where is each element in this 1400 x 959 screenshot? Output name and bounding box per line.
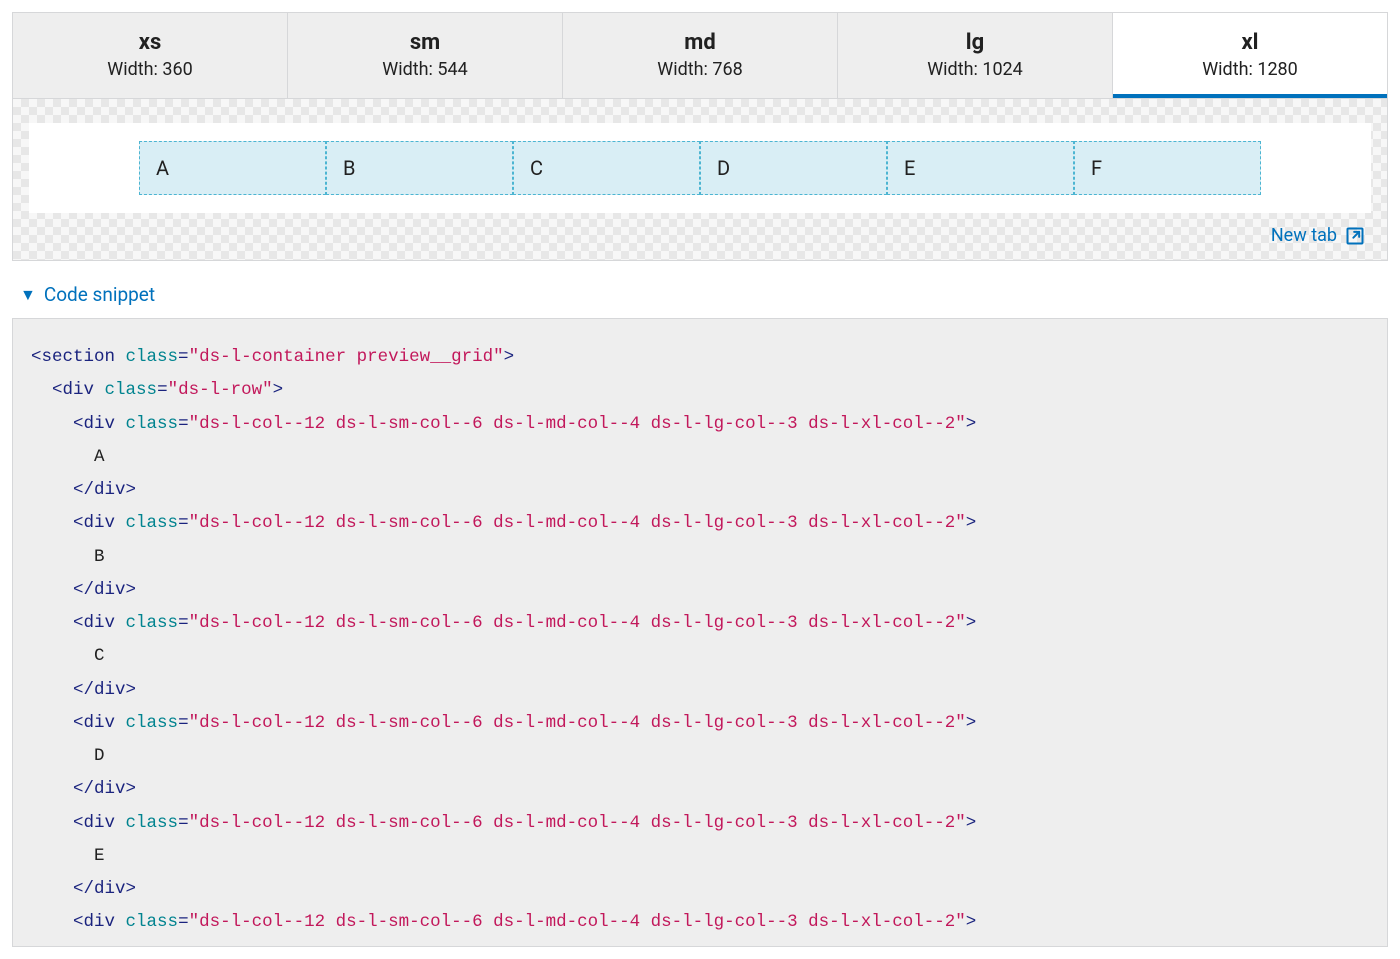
code-snippet-block: <section class="ds-l-container preview__… — [12, 318, 1388, 947]
grid-row: A B C D E F — [139, 141, 1261, 195]
tab-xs-sub: Width: 360 — [21, 59, 279, 80]
grid-col-c: C — [513, 141, 700, 195]
tab-md-sub: Width: 768 — [571, 59, 829, 80]
disclosure-triangle-icon: ▼ — [20, 285, 36, 305]
code-snippet-toggle-label: Code snippet — [44, 283, 155, 306]
tab-lg-sub: Width: 1024 — [846, 59, 1104, 80]
tab-sm-sub: Width: 544 — [296, 59, 554, 80]
tab-xs-label: xs — [21, 31, 279, 55]
tab-xl[interactable]: xl Width: 1280 — [1113, 13, 1387, 98]
tab-md-label: md — [571, 31, 829, 55]
tab-sm-label: sm — [296, 31, 554, 55]
preview-stage: A B C D E F — [29, 123, 1371, 213]
grid-col-e: E — [887, 141, 1074, 195]
open-new-tab-label: New tab — [1271, 225, 1337, 246]
open-new-tab-link[interactable]: New tab — [1271, 225, 1365, 246]
grid-col-b: B — [326, 141, 513, 195]
code-snippet-toggle[interactable]: ▼ Code snippet — [20, 283, 155, 306]
tab-sm[interactable]: sm Width: 544 — [288, 13, 563, 98]
preview-panel: A B C D E F New tab — [12, 99, 1388, 261]
tab-xl-sub: Width: 1280 — [1121, 59, 1379, 80]
tab-md[interactable]: md Width: 768 — [563, 13, 838, 98]
tab-xl-label: xl — [1121, 31, 1379, 55]
tab-lg[interactable]: lg Width: 1024 — [838, 13, 1113, 98]
tab-lg-label: lg — [846, 31, 1104, 55]
breakpoint-tabs: xs Width: 360 sm Width: 544 md Width: 76… — [12, 12, 1388, 99]
external-link-icon — [1345, 226, 1365, 246]
grid-col-d: D — [700, 141, 887, 195]
grid-col-a: A — [139, 141, 326, 195]
tab-xs[interactable]: xs Width: 360 — [13, 13, 288, 98]
grid-col-f: F — [1074, 141, 1261, 195]
newtab-bar: New tab — [29, 223, 1371, 252]
